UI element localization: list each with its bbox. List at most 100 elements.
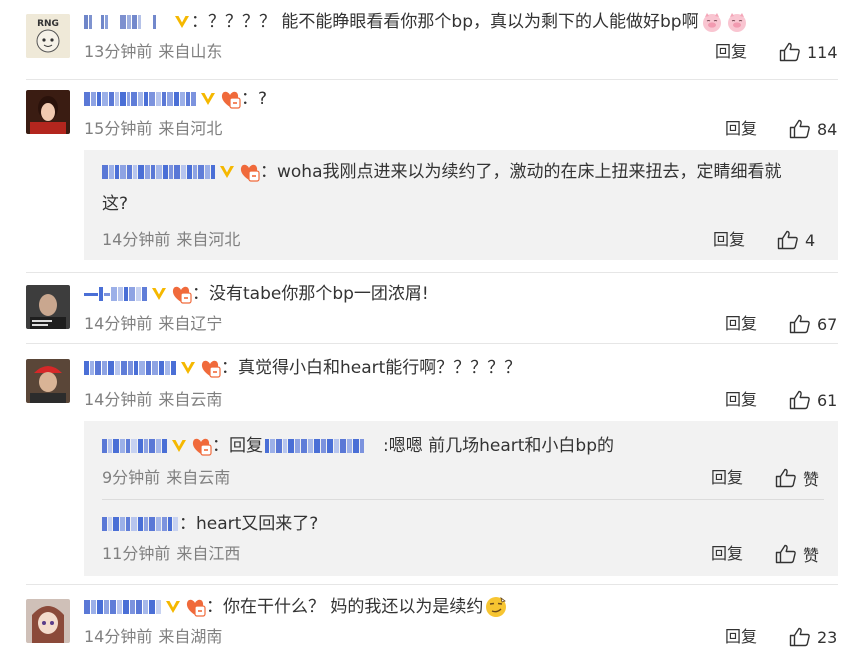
sub-reply-location: 来自河北 [176, 230, 241, 249]
like-count: 84 [817, 119, 838, 139]
comment-content: ：你在干什么？ 妈的我还以为是续约 [84, 593, 508, 621]
mentioned-username[interactable] [265, 436, 365, 456]
like-button[interactable]: 4 [777, 228, 815, 252]
sub-reply-box: ：回复 :嗯嗯 前几场heart和小白bp的 9分钟前 来自云南 回复 赞 ：he… [84, 421, 838, 576]
username[interactable] [102, 162, 216, 182]
sub-reply-box: ：woha我刚点进来以为续约了，激动的在床上扭来扭去，定睛细看就 这? 14分钟… [84, 150, 838, 260]
comment-meta: 14分钟前 来自湖南 [84, 625, 222, 649]
like-count: 4 [805, 230, 816, 250]
thumbs-up-icon [775, 544, 796, 564]
comment-text: ：你在干什么？ 妈的我还以为是续约 [206, 597, 484, 617]
fan-medal-icon [186, 599, 206, 617]
like-button[interactable]: 61 [789, 388, 837, 412]
pig-emoji-icon [727, 13, 746, 32]
reply-button[interactable]: 回复 [725, 117, 757, 141]
sub-reply-location: 来自江西 [176, 544, 241, 563]
reply-button[interactable]: 回复 [711, 466, 743, 490]
sub-reply-content: ：heart又回来了? [102, 510, 318, 538]
comment-content: ：？？？？ 能不能睁眼看看你那个bp，真以为剩下的人能做好bp啊 [84, 8, 749, 36]
sub-reply-content: ：回复 :嗯嗯 前几场heart和小白bp的 [102, 432, 614, 460]
sub-reply-text: ：heart又回来了? [179, 514, 319, 534]
sub-reply-text-cont: 这? [102, 194, 129, 214]
sub-reply-time: 14分钟前 [102, 230, 171, 249]
username[interactable] [84, 89, 197, 109]
sub-reply-prefix: ：回复 [212, 436, 263, 456]
comment-meta: 15分钟前 来自河北 [84, 117, 222, 141]
sub-reply-time: 11分钟前 [102, 544, 171, 563]
avatar[interactable] [26, 599, 70, 643]
like-button[interactable]: 赞 [775, 466, 819, 490]
comment-location: 来自辽宁 [158, 314, 223, 333]
comment-meta: 13分钟前 来自山东 [84, 40, 222, 64]
reply-button[interactable]: 回复 [725, 312, 757, 336]
thumbs-up-icon [775, 468, 796, 488]
like-label: 赞 [803, 546, 820, 565]
like-label: 赞 [803, 470, 820, 489]
comment-time: 14分钟前 [84, 390, 153, 409]
comment-location: 来自山东 [158, 42, 223, 61]
thumbs-up-icon [789, 627, 810, 647]
comment-text: ：？？？？ 能不能睁眼看看你那个bp，真以为剩下的人能做好bp啊 [191, 12, 699, 32]
pig-emoji-icon [702, 13, 721, 32]
verified-icon [152, 288, 166, 300]
like-button[interactable]: 84 [789, 117, 837, 141]
comment-time: 15分钟前 [84, 119, 153, 138]
reply-button[interactable]: 回复 [725, 625, 757, 649]
sub-reply-meta: 9分钟前 来自云南 [102, 466, 230, 490]
comment-time: 14分钟前 [84, 314, 153, 333]
thumbs-up-icon [789, 314, 810, 334]
username[interactable] [84, 597, 162, 617]
comment-meta: 14分钟前 来自云南 [84, 388, 222, 412]
sub-reply-text: :嗯嗯 前几场heart和小白bp的 [383, 436, 615, 456]
comment-time: 13分钟前 [84, 42, 153, 61]
like-button[interactable]: 23 [789, 625, 837, 649]
username[interactable] [102, 436, 168, 456]
avatar[interactable] [26, 90, 70, 134]
comment-location: 来自河北 [158, 119, 223, 138]
smirk-emoji-icon [486, 597, 507, 617]
sub-reply-meta: 14分钟前 来自河北 [102, 228, 240, 252]
username[interactable] [102, 514, 179, 534]
username[interactable] [84, 358, 177, 378]
fan-medal-icon [221, 91, 241, 109]
fan-medal-icon [201, 360, 221, 378]
comment-text: ：真觉得小白和heart能行啊？？？？？ [221, 358, 522, 378]
comment-item: RNG ：？？？？ 能不能睁眼看看你那个bp，真以为剩下的人能做好bp啊 13分… [0, 0, 866, 80]
comment-item: ：? 15分钟前 来自河北 回复 84 ：woha我刚点进来以为续约了，激动的在床… [0, 80, 866, 260]
avatar[interactable] [26, 285, 70, 329]
avatar-logo-text: RNG [37, 19, 59, 29]
sub-reply-text: ：woha我刚点进来以为续约了，激动的在床上扭来扭去，定睛细看就 [260, 162, 782, 182]
reply-button[interactable]: 回复 [725, 388, 757, 412]
avatar[interactable]: RNG [26, 14, 70, 58]
verified-icon [220, 166, 234, 178]
avatar[interactable] [26, 359, 70, 403]
sub-reply-time: 9分钟前 [102, 468, 161, 487]
like-count: 23 [817, 627, 838, 647]
like-button[interactable]: 114 [779, 40, 838, 64]
thumbs-up-icon [789, 390, 810, 410]
sub-reply-location: 来自云南 [166, 468, 231, 487]
comment-location: 来自湖南 [158, 627, 223, 646]
comment-content: ：? [84, 85, 267, 113]
like-count: 61 [817, 390, 838, 410]
reply-button[interactable]: 回复 [715, 40, 747, 64]
fan-medal-icon [172, 286, 192, 304]
fan-medal-icon [240, 164, 260, 182]
comment-content: ：真觉得小白和heart能行啊？？？？？ [84, 354, 521, 382]
username[interactable] [84, 12, 157, 32]
verified-icon [172, 440, 186, 452]
thumbs-up-icon [777, 230, 798, 250]
username[interactable] [84, 284, 148, 304]
like-button[interactable]: 67 [789, 312, 837, 336]
verified-icon [166, 601, 180, 613]
like-button[interactable]: 赞 [775, 542, 819, 566]
thumbs-up-icon [779, 42, 800, 62]
reply-button[interactable]: 回复 [713, 228, 745, 252]
thumbs-up-icon [789, 119, 810, 139]
verified-icon [175, 16, 189, 28]
reply-button[interactable]: 回复 [711, 542, 743, 566]
verified-icon [181, 362, 195, 374]
comment-time: 14分钟前 [84, 627, 153, 646]
verified-icon [201, 93, 215, 105]
comment-text: ：? [241, 89, 268, 109]
